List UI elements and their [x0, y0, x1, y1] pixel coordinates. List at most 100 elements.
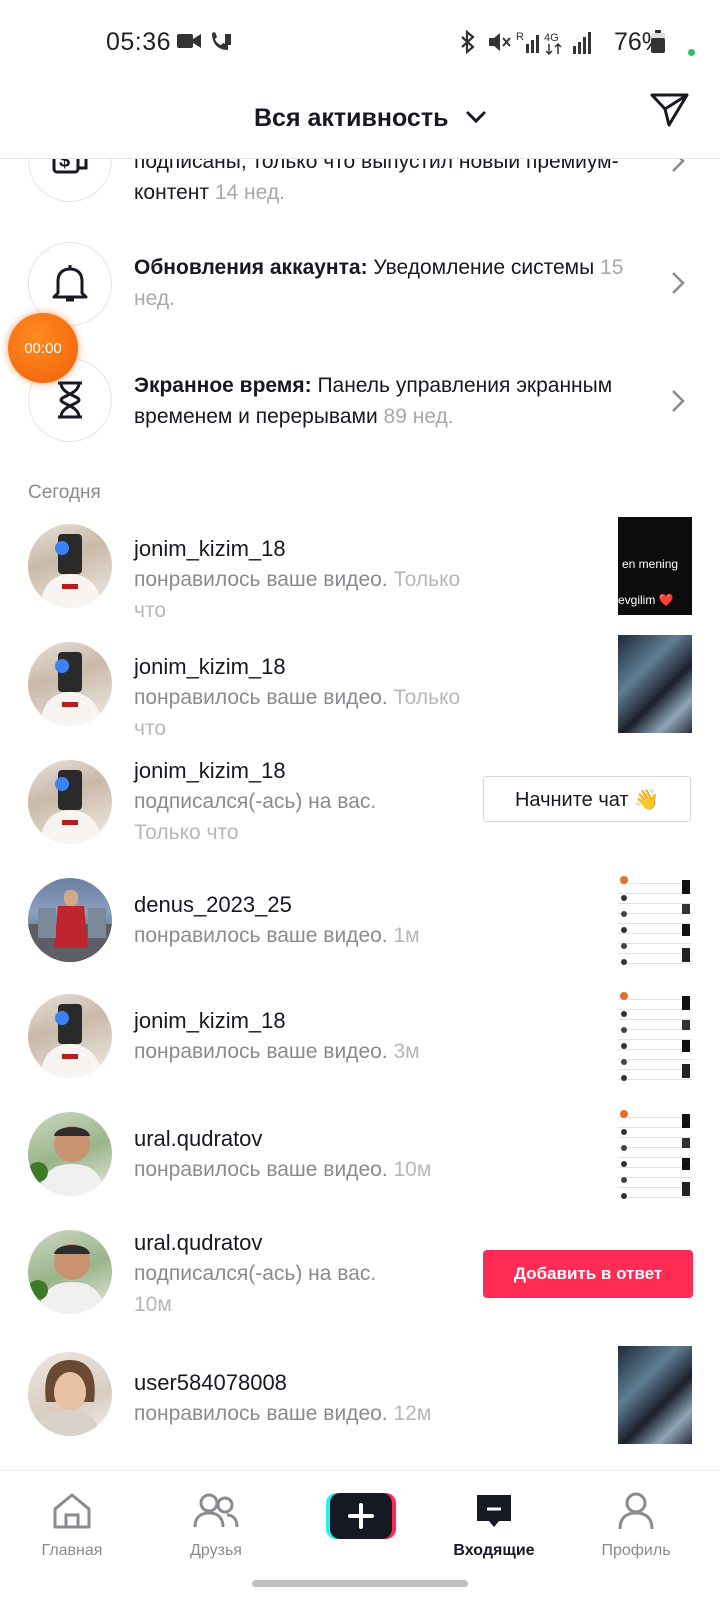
- activity-action: понравилось ваше видео.: [134, 568, 388, 591]
- activity-description: понравилось ваше видео. Только что: [134, 564, 464, 626]
- battery-icon: [651, 30, 665, 53]
- svg-text:4G: 4G: [544, 32, 559, 44]
- nav-profile[interactable]: Профиль: [576, 1491, 696, 1560]
- home-icon: [53, 1493, 91, 1529]
- 4g-icon: 4G: [544, 32, 562, 56]
- header: Вся активность: [0, 84, 720, 159]
- activity-time: Только что: [134, 821, 239, 844]
- avatar[interactable]: [28, 1352, 112, 1436]
- activity-description: понравилось ваше видео. 1м: [134, 920, 464, 951]
- activity-action: подписался(-ась) на вас.: [134, 1262, 377, 1285]
- svg-text:R: R: [516, 31, 524, 43]
- activity-description: понравилось ваше видео. 3м: [134, 1036, 464, 1067]
- username[interactable]: jonim_kizim_18: [134, 654, 286, 680]
- avatar[interactable]: [28, 760, 112, 844]
- notification-time: 89 нед.: [383, 405, 454, 428]
- activity-action: понравилось ваше видео.: [134, 1402, 388, 1425]
- section-label-today: Сегодня: [28, 482, 101, 503]
- system-notification-screen-time[interactable]: Экранное время: Панель управления экранн…: [0, 358, 720, 458]
- activity-time: 1м: [393, 924, 420, 947]
- video-thumbnail[interactable]: [618, 635, 692, 733]
- nav-friends-label: Друзья: [190, 1542, 242, 1559]
- activity-action: понравилось ваше видео.: [134, 686, 388, 709]
- system-notification-account[interactable]: Обновления аккаунта: Уведомление системы…: [0, 242, 720, 342]
- activity-time: 3м: [393, 1040, 420, 1063]
- username[interactable]: ural.qudratov: [134, 1126, 262, 1152]
- video-thumbnail[interactable]: [618, 1108, 692, 1206]
- activity-row[interactable]: jonim_kizim_18 понравилось ваше видео. Т…: [0, 517, 720, 622]
- signal-bars-icon: [573, 32, 591, 54]
- signal-icon: R: [516, 31, 539, 53]
- nav-inbox-label: Входящие: [453, 1542, 535, 1559]
- activity-time: 12м: [393, 1402, 432, 1425]
- nav-friends[interactable]: Друзья: [156, 1491, 276, 1560]
- activity-row[interactable]: denus_2023_25 понравилось ваше видео. 1м: [0, 874, 720, 976]
- avatar[interactable]: [28, 878, 112, 962]
- activity-row[interactable]: ural.qudratov понравилось ваше видео. 10…: [0, 1108, 720, 1210]
- activity-description: подписался(-ась) на вас. Только что: [134, 786, 434, 848]
- avatar[interactable]: [28, 1112, 112, 1196]
- video-thumbnail[interactable]: en mening evgilim ❤️: [618, 517, 692, 615]
- chevron-down-icon[interactable]: [466, 110, 486, 124]
- activity-time: 10м: [393, 1158, 432, 1181]
- activity-filter-title[interactable]: Вся активность: [254, 104, 448, 133]
- notification-title: Экранное время:: [134, 374, 312, 397]
- username[interactable]: ural.qudratov: [134, 1230, 262, 1256]
- notification-title: Обновления аккаунта:: [134, 256, 368, 279]
- create-post-button[interactable]: [326, 1493, 396, 1539]
- system-notification-text: Обновления аккаунта: Уведомление системы…: [134, 252, 634, 314]
- video-thumbnail[interactable]: [618, 1346, 692, 1444]
- activity-description: понравилось ваше видео. 12м: [134, 1398, 464, 1429]
- video-thumbnail[interactable]: [618, 874, 692, 972]
- activity-description: понравилось ваше видео. Только что: [134, 682, 464, 744]
- username[interactable]: user584078008: [134, 1370, 287, 1396]
- activity-action: понравилось ваше видео.: [134, 924, 388, 947]
- username[interactable]: denus_2023_25: [134, 892, 292, 918]
- activity-action: понравилось ваше видео.: [134, 1158, 388, 1181]
- nav-profile-label: Профиль: [601, 1542, 671, 1559]
- activity-time: 10м: [134, 1293, 172, 1316]
- home-indicator[interactable]: [252, 1580, 468, 1587]
- activity-row[interactable]: jonim_kizim_18 понравилось ваше видео. Т…: [0, 635, 720, 740]
- activity-row[interactable]: jonim_kizim_18 подписался(-ась) на вас. …: [0, 756, 720, 856]
- nav-inbox[interactable]: Входящие: [434, 1491, 554, 1560]
- privacy-indicator-dot: [688, 49, 695, 56]
- notification-body: Уведомление системы: [373, 256, 595, 279]
- thumbnail-caption: en mening: [622, 557, 679, 571]
- username[interactable]: jonim_kizim_18: [134, 536, 286, 562]
- inbox-icon: [477, 1495, 511, 1527]
- thumbnail-caption: evgilim ❤️: [618, 593, 674, 607]
- nav-home-label: Главная: [41, 1542, 103, 1559]
- avatar[interactable]: [28, 524, 112, 608]
- activity-row[interactable]: user584078008 понравилось ваше видео. 12…: [0, 1346, 720, 1454]
- activity-description: подписался(-ась) на вас. 10м: [134, 1258, 434, 1320]
- start-chat-button[interactable]: Начните чат 👋: [483, 776, 691, 822]
- chevron-right-icon: [672, 272, 685, 294]
- bluetooth-icon: [461, 30, 475, 54]
- send-icon[interactable]: [650, 90, 690, 128]
- status-time: 05:36: [106, 28, 172, 56]
- activity-row[interactable]: jonim_kizim_18 понравилось ваше видео. 3…: [0, 990, 720, 1092]
- video-camera-icon: [177, 34, 201, 48]
- system-notification-text: Экранное время: Панель управления экранн…: [134, 370, 634, 432]
- floating-timer[interactable]: 00:00: [8, 313, 78, 383]
- nav-home[interactable]: Главная: [12, 1491, 132, 1560]
- avatar[interactable]: [28, 1230, 112, 1314]
- activity-row[interactable]: ural.qudratov подписался(-ась) на вас. 1…: [0, 1226, 720, 1326]
- activity-description: понравилось ваше видео. 10м: [134, 1154, 464, 1185]
- activity-action: понравилось ваше видео.: [134, 1040, 388, 1063]
- avatar[interactable]: [28, 994, 112, 1078]
- video-thumbnail[interactable]: [618, 990, 692, 1088]
- avatar[interactable]: [28, 642, 112, 726]
- friends-icon: [193, 1493, 239, 1528]
- profile-icon: [618, 1492, 654, 1530]
- notification-time: 14 нед.: [214, 181, 285, 204]
- username[interactable]: jonim_kizim_18: [134, 1008, 286, 1034]
- mute-icon: [489, 33, 511, 51]
- call-icon: [212, 32, 231, 50]
- activity-action: подписался(-ась) на вас.: [134, 790, 377, 813]
- follow-back-button[interactable]: Добавить в ответ: [483, 1250, 693, 1298]
- chevron-right-icon: [672, 390, 685, 412]
- username[interactable]: jonim_kizim_18: [134, 758, 286, 784]
- status-bar: 05:36 R 4G 76%: [0, 0, 720, 84]
